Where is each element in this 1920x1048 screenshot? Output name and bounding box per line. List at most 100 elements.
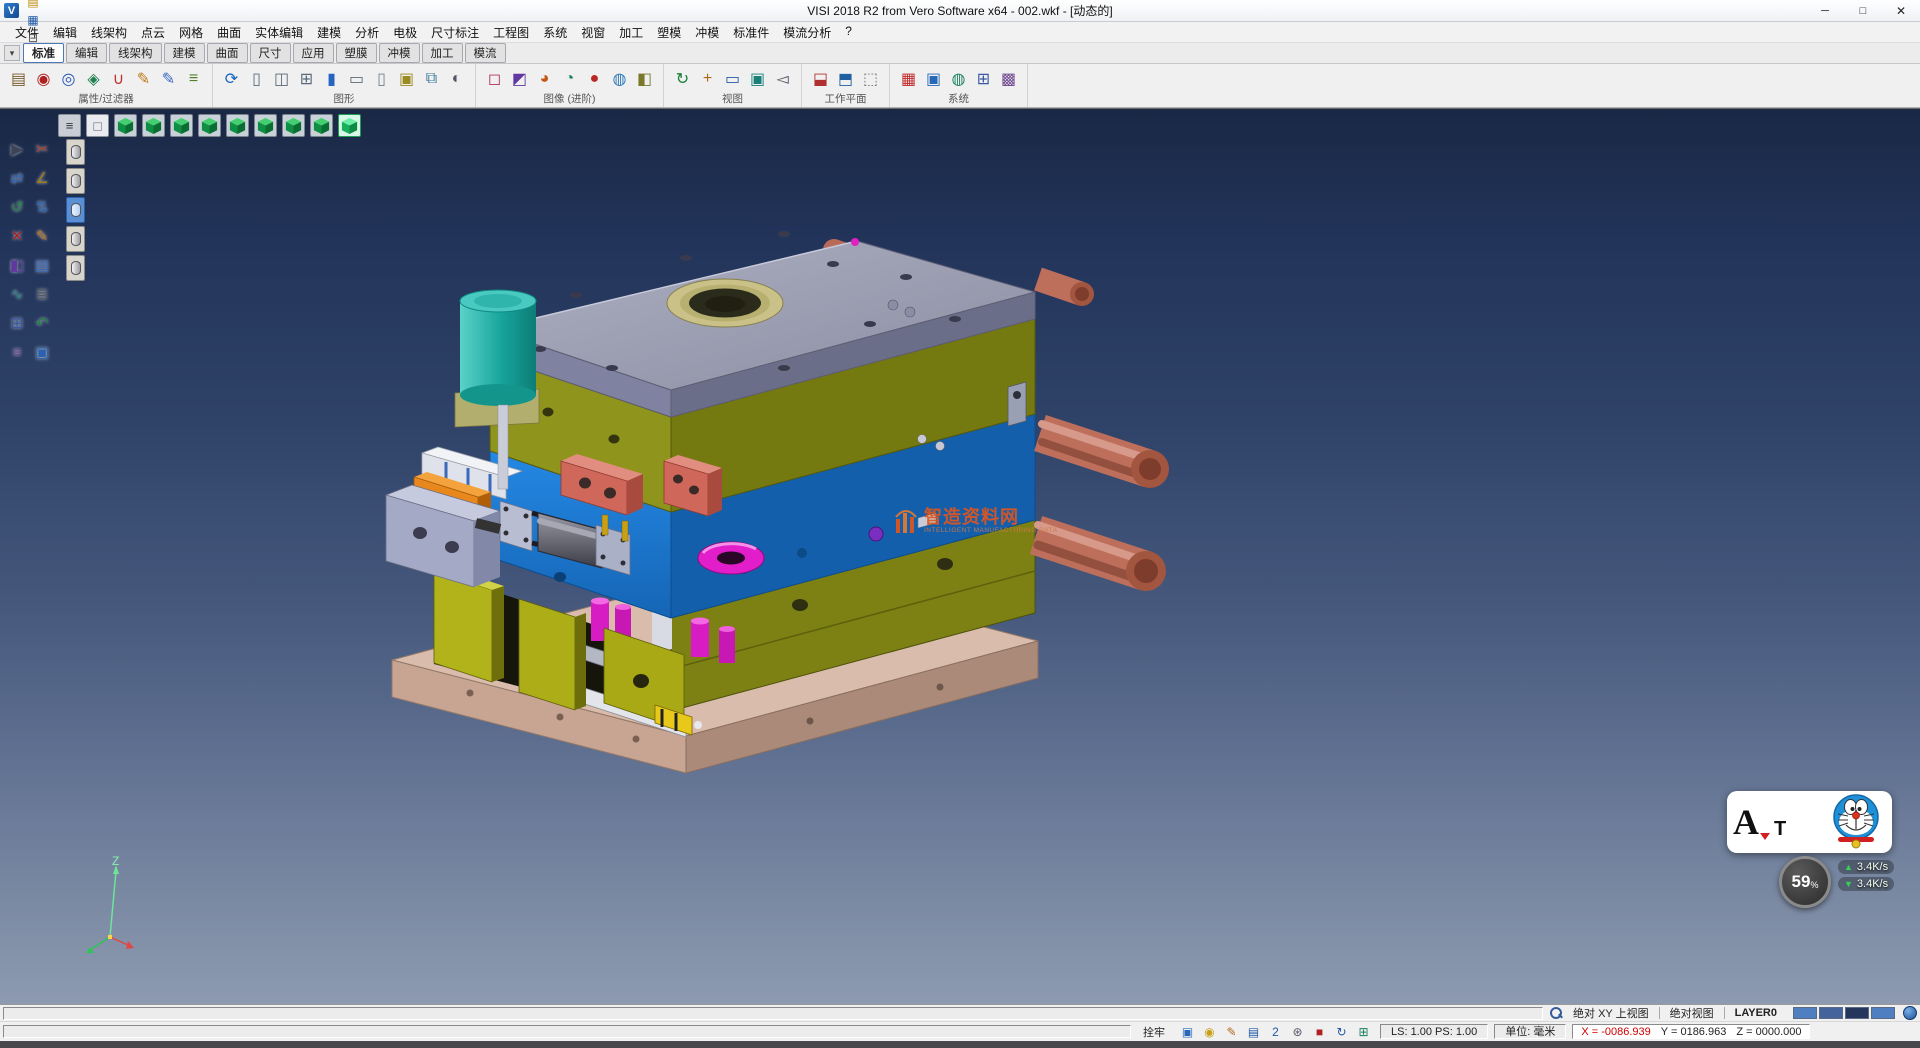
status-record[interactable]: ■ <box>1311 1024 1328 1039</box>
toolbar-icon-viewport-quad[interactable]: ⊞ <box>294 67 319 92</box>
maximize-button[interactable]: □ <box>1844 0 1882 22</box>
display-wireframe-button[interactable] <box>66 139 85 165</box>
status-pencil[interactable]: ✎ <box>1223 1024 1240 1039</box>
globe-icon[interactable] <box>1903 1006 1917 1020</box>
toolbar-icon-wireframe-view[interactable]: ◻ <box>482 67 507 92</box>
zoom-status-icon[interactable] <box>1549 1006 1563 1020</box>
open-file-button[interactable]: ▤ <box>23 0 43 11</box>
tab-7[interactable]: 塑膜 <box>336 43 377 63</box>
toolbar-icon-viewport-split[interactable]: ◫ <box>269 67 294 92</box>
toolbar-icon-world-settings[interactable]: ◍ <box>946 67 971 92</box>
undo-tool-icon[interactable]: ↶ <box>30 309 54 337</box>
layers-tool-icon[interactable]: ≡ <box>5 338 29 366</box>
toolbar-icon-rendered-view[interactable]: ● <box>582 67 607 92</box>
menu-item-17[interactable]: 标准件 <box>726 22 776 43</box>
view-iso-button[interactable] <box>114 114 137 137</box>
display-shaded-button[interactable] <box>66 197 85 223</box>
toolbar-icon-multi-window[interactable]: ⧉ <box>419 67 444 92</box>
view-box-button[interactable]: ◻ <box>86 114 109 137</box>
sheet-tool-icon[interactable]: ▤ <box>30 251 54 279</box>
trim-tool-icon[interactable]: ✂ <box>30 135 54 163</box>
snapshot-tool-icon[interactable]: ▣ <box>30 338 54 366</box>
tab-5[interactable]: 尺寸 <box>250 43 291 63</box>
toolbar-icon-hidden-line-view[interactable]: ◩ <box>507 67 532 92</box>
view-iso-rear-button[interactable] <box>310 114 333 137</box>
menu-item-6[interactable]: 实体编辑 <box>248 22 310 43</box>
toolbar-icon-redraw[interactable]: ⟳ <box>219 67 244 92</box>
view-right-button[interactable] <box>198 114 221 137</box>
menu-item-4[interactable]: 网格 <box>172 22 210 43</box>
absolute-view-label[interactable]: 绝对视图 <box>1662 1005 1722 1021</box>
toolbar-icon-attribute-manager[interactable]: ▤ <box>6 67 31 92</box>
tab-4[interactable]: 曲面 <box>207 43 248 63</box>
mirror-tool-icon[interactable]: ⇅ <box>30 193 54 221</box>
toolbar-icon-zoom-fit[interactable]: ▣ <box>745 67 770 92</box>
toolbar-icon-show-boxes[interactable]: ▣ <box>394 67 419 92</box>
status-bulb[interactable]: ◉ <box>1201 1024 1218 1039</box>
view-top-button[interactable] <box>142 114 165 137</box>
status-grid[interactable]: ⊞ <box>1355 1024 1372 1039</box>
save-file-button[interactable]: ▦ <box>23 11 43 29</box>
toolbar-icon-edit-attributes[interactable]: ✎ <box>131 67 156 92</box>
toolbar-icon-copy-attributes[interactable]: ✎ <box>156 67 181 92</box>
menu-item-10[interactable]: 尺寸标注 <box>424 22 486 43</box>
toolbar-icon-magnet-snap[interactable]: ∪ <box>106 67 131 92</box>
view-mode-label[interactable]: 绝对 XY 上视图 <box>1565 1005 1657 1021</box>
status-layers[interactable]: ▤ <box>1245 1024 1262 1039</box>
toolbar-icon-filter-elements[interactable]: ◉ <box>31 67 56 92</box>
menu-item-8[interactable]: 分析 <box>348 22 386 43</box>
status-number[interactable]: 2 <box>1267 1024 1284 1039</box>
view-front-button[interactable] <box>170 114 193 137</box>
layer-color-segment-3[interactable] <box>1871 1007 1895 1019</box>
toolbar-icon-viewport-active[interactable]: ▮ <box>319 67 344 92</box>
menu-item-14[interactable]: 加工 <box>612 22 650 43</box>
layer-color-segment-1[interactable] <box>1819 1007 1843 1019</box>
menu-item-11[interactable]: 工程图 <box>486 22 536 43</box>
tab-10[interactable]: 模流 <box>465 43 506 63</box>
toolbar-icon-transparency-view[interactable]: ◍ <box>607 67 632 92</box>
layer-color-segment-0[interactable] <box>1793 1007 1817 1019</box>
view-menu-button[interactable]: ≡ <box>58 114 81 137</box>
display-shaded-edges-button[interactable] <box>66 226 85 252</box>
view-left-button[interactable] <box>226 114 249 137</box>
toolbar-icon-system-options[interactable]: ▩ <box>996 67 1021 92</box>
curve-tool-icon[interactable]: ∿ <box>5 280 29 308</box>
menu-item-5[interactable]: 曲面 <box>210 22 248 43</box>
active-layer-label[interactable]: LAYER0 <box>1727 1007 1785 1019</box>
minimize-button[interactable]: ─ <box>1806 0 1844 22</box>
tab-1[interactable]: 编辑 <box>66 43 107 63</box>
toolbar-icon-previous-view[interactable]: ◅ <box>770 67 795 92</box>
transform-tool-icon[interactable]: ⇄ <box>5 164 29 192</box>
toolbar-icon-display-settings[interactable]: ▣ <box>921 67 946 92</box>
menu-item-7[interactable]: 建模 <box>310 22 348 43</box>
tab-8[interactable]: 冲模 <box>379 43 420 63</box>
menu-item-2[interactable]: 线架构 <box>84 22 134 43</box>
toolbar-icon-shaded-view[interactable]: ◕ <box>532 67 557 92</box>
tab-dropdown-button[interactable]: ▾ <box>4 45 20 61</box>
toolbar-icon-viewport-single[interactable]: ▯ <box>244 67 269 92</box>
menu-item-13[interactable]: 视窗 <box>574 22 612 43</box>
menu-item-16[interactable]: 冲模 <box>688 22 726 43</box>
toolbar-icon-shaded-edge-view[interactable]: ◔ <box>557 67 582 92</box>
tab-3[interactable]: 建模 <box>164 43 205 63</box>
menu-item-12[interactable]: 系统 <box>536 22 574 43</box>
select-tool-icon[interactable]: ▶ <box>5 135 29 163</box>
toolbar-icon-section-view[interactable]: ◧ <box>632 67 657 92</box>
toolbar-icon-show-cylinders[interactable]: ▯ <box>369 67 394 92</box>
toolbar-icon-match-properties[interactable]: ≡ <box>181 67 206 92</box>
toolbar-icon-viewport-wide[interactable]: ▭ <box>344 67 369 92</box>
grid-tool-icon[interactable]: ⊞ <box>5 309 29 337</box>
display-transparent-button[interactable] <box>66 255 85 281</box>
measure-tool-icon[interactable]: ∠ <box>30 164 54 192</box>
toolbar-icon-table-settings[interactable]: ⊞ <box>971 67 996 92</box>
status-refresh[interactable]: ↻ <box>1333 1024 1350 1039</box>
net-speed-badge[interactable]: 59 % <box>1779 856 1831 908</box>
annotate-tool-icon[interactable]: ≣ <box>30 280 54 308</box>
close-button[interactable]: ✕ <box>1882 0 1920 22</box>
view-bottom-button[interactable] <box>282 114 305 137</box>
menu-item-15[interactable]: 塑模 <box>650 22 688 43</box>
delete-tool-icon[interactable]: ✕ <box>5 222 29 250</box>
plot-button[interactable]: ⊟ <box>23 29 43 47</box>
menu-item-1[interactable]: 编辑 <box>46 22 84 43</box>
tab-9[interactable]: 加工 <box>422 43 463 63</box>
